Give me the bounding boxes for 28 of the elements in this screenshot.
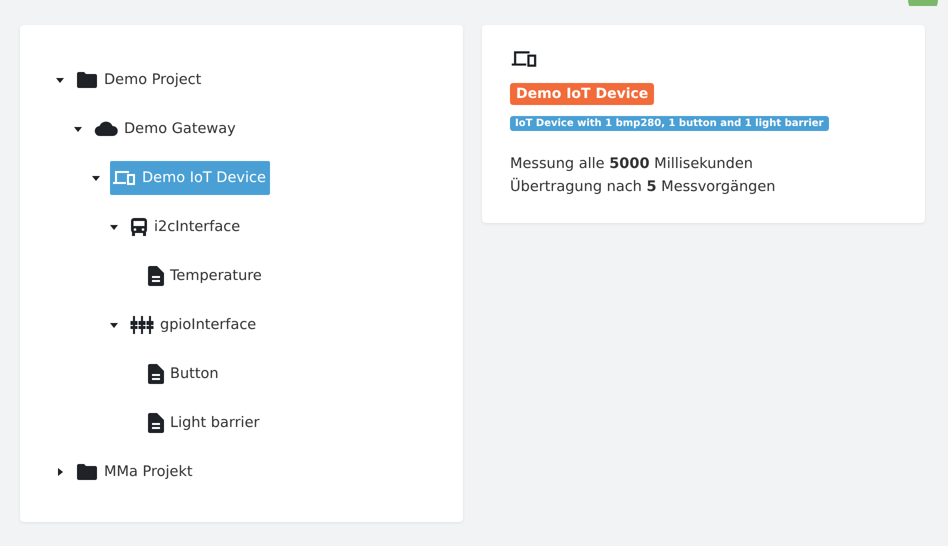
tree-item[interactable]: MMa Projekt <box>74 454 197 488</box>
document-icon <box>148 412 164 432</box>
caret-icon[interactable] <box>110 222 118 230</box>
caret-icon[interactable] <box>56 468 64 476</box>
info-text: Übertragung nach 5 Messvorgängen <box>510 176 776 197</box>
caret-icon[interactable] <box>110 320 118 328</box>
caret-icon[interactable] <box>92 174 100 182</box>
caret-icon[interactable] <box>74 124 82 132</box>
caret-icon[interactable] <box>56 76 64 84</box>
document-icon <box>148 266 164 286</box>
tree-item[interactable]: Light barrier <box>146 404 264 440</box>
devices-icon <box>510 49 538 69</box>
bus-icon <box>130 216 148 236</box>
device-name-tag: Demo IoT Device <box>510 83 654 105</box>
tree-item[interactable]: Temperature <box>146 258 266 294</box>
tree-item[interactable]: i2cInterface <box>128 208 244 244</box>
tree-item[interactable]: Demo Gateway <box>92 112 240 145</box>
devices-icon <box>112 168 136 186</box>
folder-icon <box>76 70 98 88</box>
tree-item[interactable]: Demo Project <box>74 62 206 96</box>
folder-icon <box>76 462 98 480</box>
cloud-icon <box>94 120 118 137</box>
document-icon <box>148 364 164 384</box>
tree-item[interactable]: gpioInterface <box>128 306 260 342</box>
sliders-icon <box>130 314 154 334</box>
tree-item[interactable]: Button <box>146 356 223 392</box>
description-tag: IoT Device with 1 bmp280, 1 button and 1 light barrier <box>510 116 828 131</box>
info-text: Messung alle 5000 Millisekunden <box>510 155 754 174</box>
